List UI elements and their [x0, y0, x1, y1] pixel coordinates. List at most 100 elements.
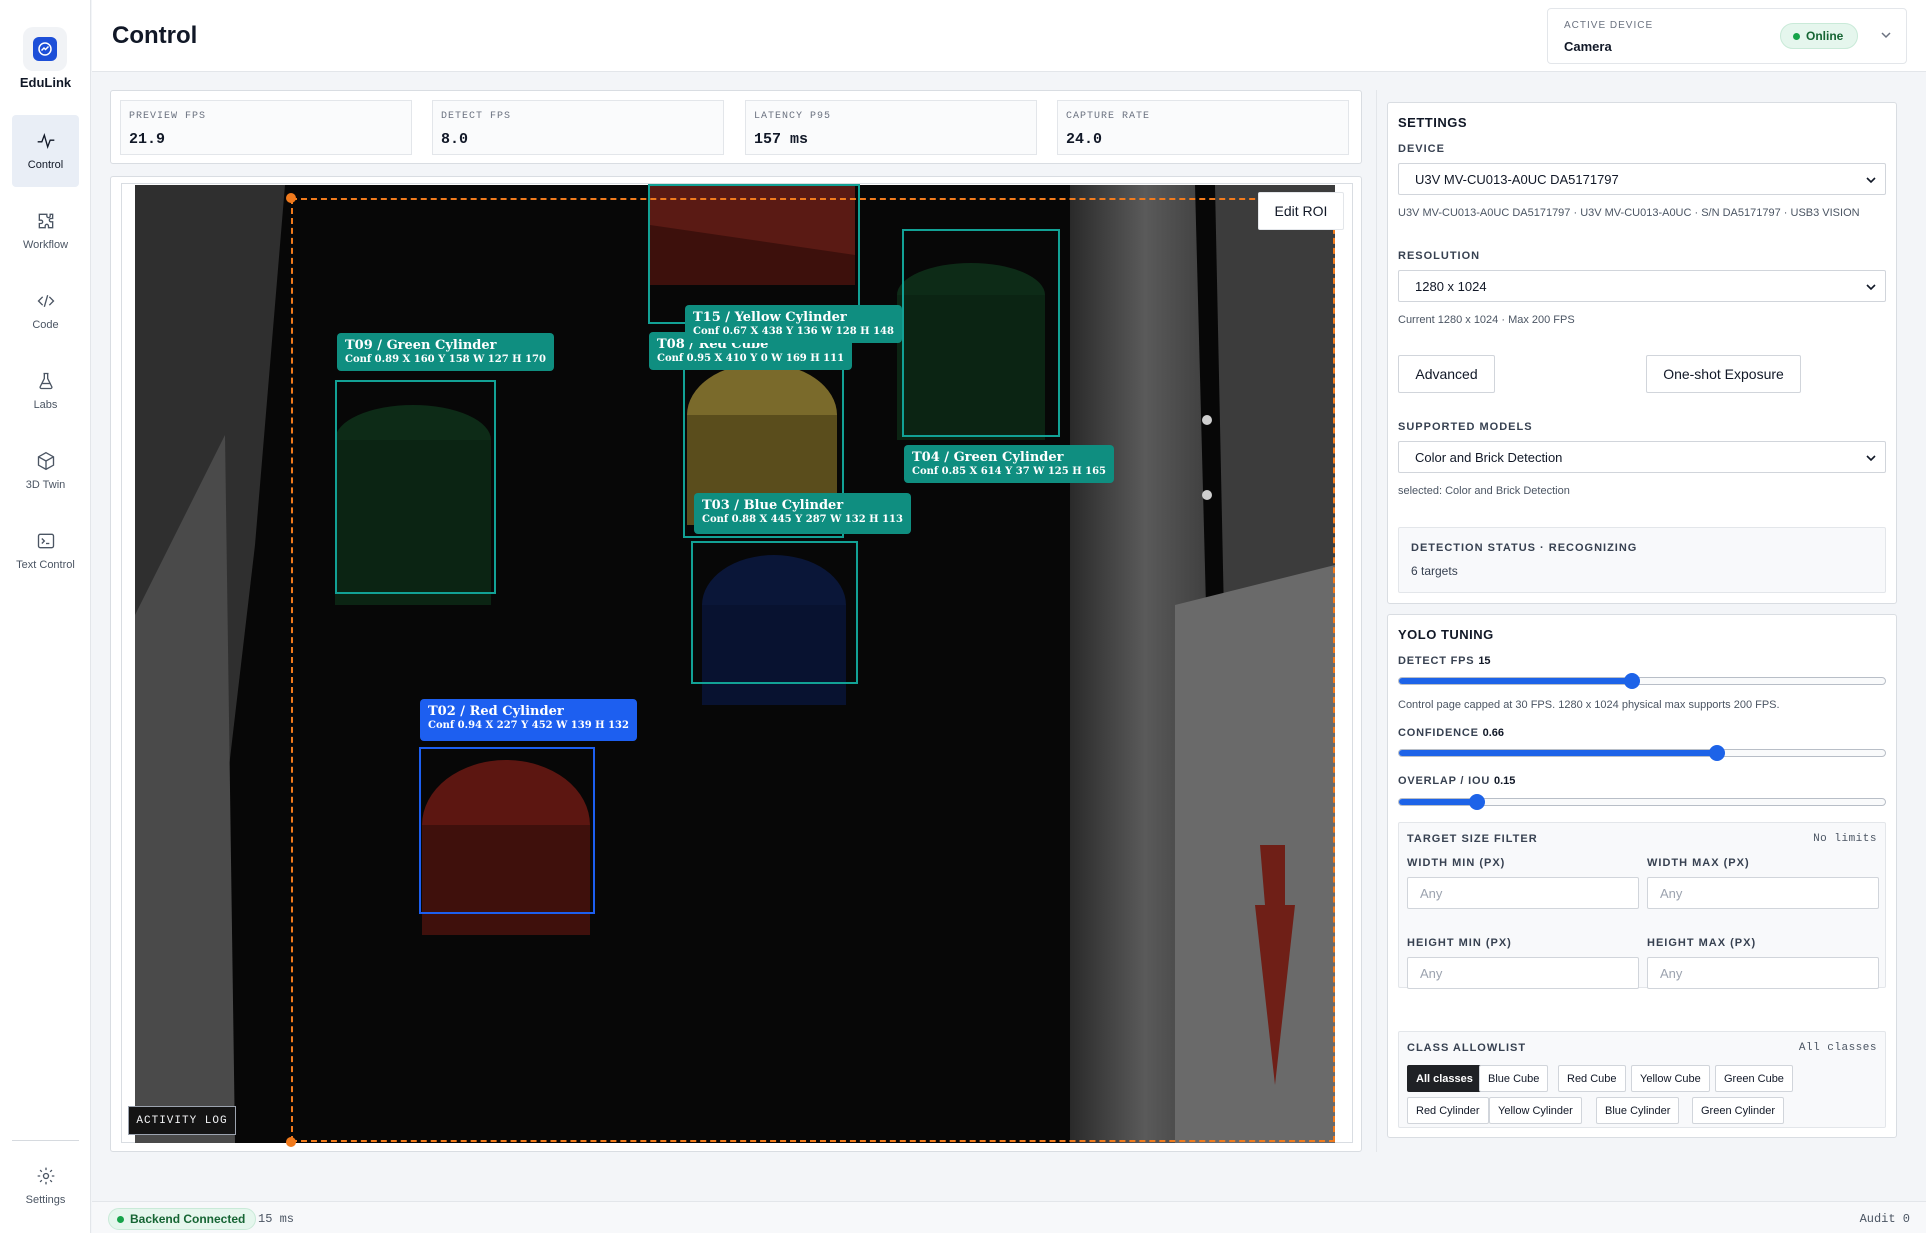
stat-preview-fps: PREVIEW FPS 21.9: [120, 100, 412, 155]
nav-3d-twin[interactable]: 3D Twin: [12, 435, 79, 507]
chip-yellow-cube[interactable]: Yellow Cube: [1631, 1065, 1710, 1092]
status-dot-icon: [117, 1215, 124, 1223]
right-panel: SETTINGS DEVICE U3V MV-CU013-A0UC DA5171…: [1376, 90, 1906, 1152]
audit-count[interactable]: Audit 0: [1860, 1212, 1910, 1226]
nav-workflow[interactable]: Workflow: [12, 195, 79, 267]
nav-settings[interactable]: Settings: [12, 1150, 79, 1222]
slider-fill: [1399, 678, 1633, 684]
nav-label: Workflow: [22, 239, 69, 251]
one-shot-exposure-button[interactable]: One-shot Exposure: [1646, 355, 1801, 393]
roi-handle[interactable]: [286, 193, 296, 203]
slider-fill: [1399, 750, 1718, 756]
height-max-input[interactable]: Any: [1647, 957, 1879, 989]
detection-meta: Conf 0.94 X 227 Y 452 W 139 H 132: [428, 720, 629, 731]
detection-label: T04 / Green Cylinder Conf 0.85 X 614 Y 3…: [904, 445, 1115, 483]
iou-label: OVERLAP / IOU 0.15: [1398, 775, 1515, 787]
models-label: SUPPORTED MODELS: [1398, 421, 1533, 433]
detection-meta: Conf 0.85 X 614 Y 37 W 125 H 165: [912, 466, 1107, 477]
confidence-label-text: CONFIDENCE: [1398, 727, 1479, 739]
chip-green-cylinder[interactable]: Green Cylinder: [1692, 1097, 1784, 1124]
stats-bar: PREVIEW FPS 21.9 DETECT FPS 8.0 LATENCY …: [110, 90, 1362, 164]
slider-handle[interactable]: [1468, 794, 1485, 810]
backend-status-badge: Backend Connected: [108, 1208, 257, 1230]
chevron-down-icon: [1866, 284, 1876, 291]
detection-status: DETECTION STATUS · RECOGNIZING 6 targets: [1398, 527, 1886, 593]
stat-label: PREVIEW FPS: [129, 111, 207, 122]
size-filter-status: No limits: [1813, 833, 1877, 845]
nav-labs[interactable]: Labs: [12, 355, 79, 427]
nav-code[interactable]: Code: [12, 275, 79, 347]
detect-fps-label-text: DETECT FPS: [1398, 655, 1475, 667]
nav-label: 3D Twin: [25, 479, 66, 491]
nav-label: Control: [27, 159, 64, 171]
slider-handle[interactable]: [1709, 745, 1726, 761]
detection-status-title: DETECTION STATUS · RECOGNIZING: [1411, 542, 1638, 554]
stat-value: 157 ms: [754, 131, 809, 148]
confidence-slider[interactable]: [1398, 745, 1886, 761]
code-icon: [37, 294, 54, 308]
nav-label: Labs: [33, 399, 58, 411]
allowlist-title: CLASS ALLOWLIST: [1407, 1042, 1527, 1054]
detection-label: T03 / Blue Cylinder Conf 0.88 X 445 Y 28…: [694, 493, 911, 534]
width-max-input[interactable]: Any: [1647, 877, 1879, 909]
detection-meta: Conf 0.95 X 410 Y 0 W 169 H 111: [657, 353, 845, 364]
height-max-label: HEIGHT MAX (PX): [1647, 937, 1757, 949]
nav-text-control[interactable]: Text Control: [12, 515, 79, 587]
activity-icon: [37, 133, 54, 149]
terminal-icon: [37, 533, 54, 549]
detection-label: T15 / Yellow Cylinder Conf 0.67 X 438 Y …: [685, 305, 902, 343]
app-logo[interactable]: [23, 27, 67, 71]
chip-green-cube[interactable]: Green Cube: [1715, 1065, 1793, 1092]
slider-handle[interactable]: [1624, 673, 1641, 689]
resolution-select[interactable]: 1280 x 1024: [1398, 270, 1886, 302]
model-select[interactable]: Color and Brick Detection: [1398, 441, 1886, 473]
width-min-input[interactable]: Any: [1407, 877, 1639, 909]
detection-box[interactable]: [419, 747, 595, 914]
edit-roi-button[interactable]: Edit ROI: [1258, 192, 1344, 230]
chevron-down-icon: [1866, 455, 1876, 462]
chip-red-cube[interactable]: Red Cube: [1558, 1065, 1626, 1092]
page-title: Control: [112, 22, 198, 49]
resolution-helper: Current 1280 x 1024 · Max 200 FPS: [1398, 314, 1575, 326]
chip-yellow-cylinder[interactable]: Yellow Cylinder: [1489, 1097, 1582, 1124]
detection-label: T09 / Green Cylinder Conf 0.89 X 160 Y 1…: [337, 333, 554, 371]
stat-capture-rate: CAPTURE RATE 24.0: [1057, 100, 1349, 155]
activity-log-button[interactable]: ACTIVITY LOG: [128, 1106, 236, 1135]
stat-value: 24.0: [1066, 131, 1103, 148]
roi-handle[interactable]: [286, 1137, 296, 1147]
detection-label: T02 / Red Cylinder Conf 0.94 X 227 Y 452…: [420, 699, 637, 741]
stat-value: 8.0: [441, 131, 469, 148]
detect-fps-helper: Control page capped at 30 FPS. 1280 x 10…: [1398, 699, 1780, 711]
detect-fps-slider[interactable]: [1398, 673, 1886, 689]
detection-meta: Conf 0.89 X 160 Y 158 W 127 H 170: [345, 354, 546, 365]
detection-meta: Conf 0.88 X 445 Y 287 W 132 H 113: [702, 514, 903, 525]
iou-slider[interactable]: [1398, 794, 1886, 810]
stat-value: 21.9: [129, 131, 166, 148]
chip-red-cylinder[interactable]: Red Cylinder: [1407, 1097, 1489, 1124]
advanced-button[interactable]: Advanced: [1398, 355, 1495, 393]
size-filter-title: TARGET SIZE FILTER: [1407, 833, 1538, 845]
chip-blue-cylinder[interactable]: Blue Cylinder: [1596, 1097, 1680, 1124]
detection-box[interactable]: [648, 184, 860, 324]
width-min-label: WIDTH MIN (PX): [1407, 857, 1506, 869]
chip-all-classes[interactable]: All classes: [1407, 1065, 1482, 1092]
iou-value: 0.15: [1493, 775, 1516, 787]
detection-box[interactable]: [691, 541, 858, 684]
active-device-selector[interactable]: ACTIVE DEVICE Camera Online: [1547, 8, 1907, 64]
device-helper: U3V MV-CU013-A0UC DA5171797 · U3V MV-CU0…: [1398, 207, 1860, 219]
nav-label: Text Control: [16, 559, 75, 571]
detection-box[interactable]: [335, 380, 496, 594]
slider-fill: [1399, 799, 1477, 805]
active-device-label: ACTIVE DEVICE: [1564, 20, 1654, 31]
chevron-down-icon[interactable]: [1878, 27, 1894, 43]
chip-blue-cube[interactable]: Blue Cube: [1479, 1065, 1549, 1092]
stat-label: CAPTURE RATE: [1066, 111, 1151, 122]
settings-title: SETTINGS: [1398, 115, 1468, 130]
stat-label: LATENCY P95: [754, 111, 832, 122]
detection-box[interactable]: [902, 229, 1060, 437]
page-header: Control ACTIVE DEVICE Camera Online: [92, 0, 1926, 72]
height-min-input[interactable]: Any: [1407, 957, 1639, 989]
nav-control[interactable]: Control: [12, 115, 79, 187]
class-allowlist: CLASS ALLOWLIST All classes All classes …: [1398, 1031, 1886, 1128]
device-select[interactable]: U3V MV-CU013-A0UC DA5171797: [1398, 163, 1886, 195]
